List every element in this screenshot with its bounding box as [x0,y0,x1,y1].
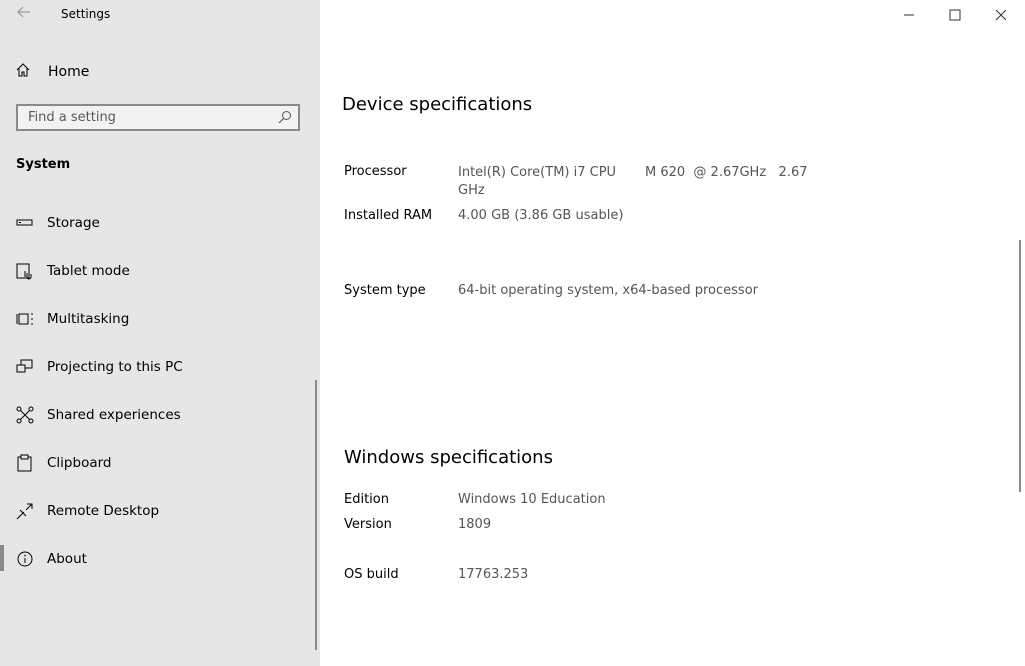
system-type-value: 64-bit operating system, x64-based proce… [458,283,758,298]
sidebar-item-label: Shared experiences [47,407,181,423]
sidebar-item-label: Clipboard [47,455,112,471]
version-label: Version [344,517,392,532]
minimize-button[interactable] [886,0,932,30]
sidebar-item-remote-desktop[interactable]: Remote Desktop [0,494,316,528]
system-type-label: System type [344,283,426,298]
sidebar-item-label: Projecting to this PC [47,359,183,375]
back-arrow-icon[interactable] [14,5,34,25]
close-button[interactable] [978,0,1024,30]
search-placeholder: Find a setting [28,110,116,125]
edition-label: Edition [344,492,389,507]
windows-specifications-heading: Windows specifications [344,447,553,468]
version-value: 1809 [458,517,492,532]
sidebar: Settings Home Find a setting System Stor… [0,0,320,666]
sidebar-item-storage[interactable]: Storage [0,206,316,240]
sidebar-item-tablet-mode[interactable]: Tablet mode [0,254,316,288]
close-icon [995,9,1007,21]
sidebar-item-shared-experiences[interactable]: Shared experiences [0,398,316,432]
sidebar-scrollbar[interactable] [315,380,317,650]
section-label: System [16,157,71,172]
projecting-icon [16,358,34,376]
minimize-icon [904,14,914,16]
multitasking-icon [16,310,34,328]
remote-desktop-icon [16,502,34,520]
processor-value-line1: Intel(R) Core(TM) i7 CPU M 620 @ 2.67GHz… [458,165,808,180]
sidebar-item-label: Storage [47,215,100,231]
device-specifications-heading: Device specifications [342,94,533,115]
tablet-mode-icon [16,262,34,280]
home-icon [15,62,35,82]
clipboard-icon [16,454,34,472]
sidebar-item-multitasking[interactable]: Multitasking [0,302,316,336]
about-icon [16,550,34,568]
processor-label: Processor [344,164,407,179]
app-title: Settings [61,7,111,21]
maximize-icon [949,9,961,21]
installed-ram-value: 4.00 GB (3.86 GB usable) [458,208,624,223]
edition-value: Windows 10 Education [458,492,606,507]
processor-value-line2: GHz [458,183,485,198]
sidebar-item-label: Multitasking [47,311,130,327]
processor-value: Intel(R) Core(TM) i7 CPU M 620 @ 2.67GHz… [458,164,808,200]
search-input[interactable]: Find a setting [16,104,300,131]
shared-experiences-icon [16,406,34,424]
sidebar-item-clipboard[interactable]: Clipboard [0,446,316,480]
sidebar-item-home[interactable]: Home [15,61,89,83]
maximize-button[interactable] [932,0,978,30]
search-icon[interactable] [278,109,292,124]
installed-ram-label: Installed RAM [344,208,433,223]
os-build-label: OS build [344,567,399,582]
sidebar-item-projecting[interactable]: Projecting to this PC [0,350,316,384]
os-build-value: 17763.253 [458,567,529,582]
main-scrollbar[interactable] [1019,240,1021,492]
sidebar-item-label: Remote Desktop [47,503,160,519]
sidebar-item-about[interactable]: About [0,542,316,576]
sidebar-item-label: Tablet mode [47,263,130,279]
sidebar-item-label: Home [48,64,90,80]
storage-icon [16,214,34,232]
sidebar-item-label: About [47,551,87,567]
